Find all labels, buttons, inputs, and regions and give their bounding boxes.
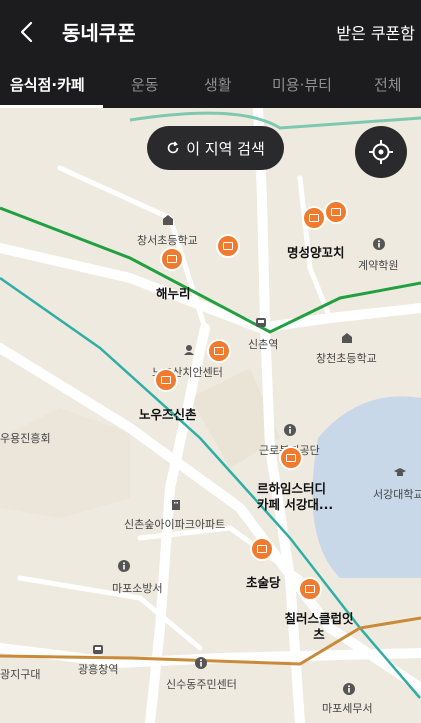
coupon-marker[interactable]	[302, 206, 326, 230]
subway-icon	[92, 644, 106, 658]
map-label-university: 서강대학교	[373, 488, 421, 501]
coupon-marker[interactable]	[154, 368, 178, 392]
tab-living[interactable]: 생활	[204, 74, 232, 95]
category-tabs: 음식점·카페 운동 생활 미용·뷰티 전체	[0, 62, 421, 108]
info-icon	[195, 657, 209, 671]
map-label-tax: 마포세무서	[322, 702, 373, 715]
info-icon	[343, 683, 357, 697]
map-label-apartment: 신촌숲아이파크아파트	[124, 518, 226, 531]
map-view[interactable]: 창서초등학교 명성양꼬치 계약학원 해누리 신촌역 창천초등학교 노고산치안센터…	[0, 108, 421, 723]
map-label-restaurant1: 명성양꼬치	[287, 245, 345, 260]
tab-exercise[interactable]: 운동	[131, 74, 159, 95]
coupon-marker[interactable]	[207, 339, 231, 363]
subway-icon	[255, 317, 269, 331]
coupon-marker[interactable]	[324, 200, 348, 224]
map-label-restaurant6: 칠러스클럽잇츠	[284, 611, 354, 642]
map-label-subway: 광흥창역	[78, 663, 119, 676]
app-header: 동네쿠폰 받은 쿠폰함	[0, 0, 421, 62]
received-coupons-button[interactable]: 받은 쿠폰함	[336, 20, 415, 44]
map-label-fire: 마포소방서	[112, 582, 163, 595]
map-label-restaurant2: 해누리	[156, 286, 191, 301]
coupon-marker[interactable]	[250, 537, 274, 561]
building-icon	[170, 499, 184, 513]
my-location-button[interactable]	[355, 126, 407, 178]
police-icon	[183, 344, 197, 358]
coupon-marker[interactable]	[216, 234, 240, 258]
coupon-marker[interactable]	[160, 247, 184, 271]
map-label-restaurant4: 르하임스터디카페 서강대...	[257, 481, 334, 512]
search-this-area-label: 이 지역 검색	[186, 139, 265, 158]
map-label-restaurant5: 초술당	[246, 575, 281, 590]
tab-beauty[interactable]: 미용·뷰티	[272, 74, 332, 95]
coupon-marker[interactable]	[279, 446, 303, 470]
info-icon	[284, 424, 298, 438]
school-icon	[162, 214, 176, 228]
tab-all[interactable]: 전체	[374, 74, 402, 95]
refresh-icon	[167, 141, 179, 154]
locate-icon	[369, 140, 393, 164]
info-icon	[373, 238, 387, 252]
page-title: 동네쿠폰	[62, 21, 136, 45]
back-icon[interactable]	[14, 18, 38, 46]
map-label-school2: 창천초등학교	[316, 352, 377, 365]
map-label-restaurant3: 노우즈신촌	[139, 407, 197, 422]
map-label-district: 신수동주민센터	[166, 678, 237, 691]
map-label-ward: 광지구대	[0, 668, 41, 681]
school-icon	[341, 332, 355, 346]
map-label-station: 신촌역	[248, 338, 279, 351]
coupon-marker[interactable]	[298, 577, 322, 601]
university-icon	[394, 467, 408, 481]
tab-food-cafe[interactable]: 음식점·카페	[10, 74, 85, 95]
info-icon	[118, 560, 132, 574]
map-label-school1: 창서초등학교	[137, 234, 198, 247]
search-this-area-button[interactable]: 이 지역 검색	[147, 126, 284, 170]
map-label-academy: 계약학원	[358, 259, 399, 272]
map-label-church: 우용진흥회	[0, 432, 51, 445]
